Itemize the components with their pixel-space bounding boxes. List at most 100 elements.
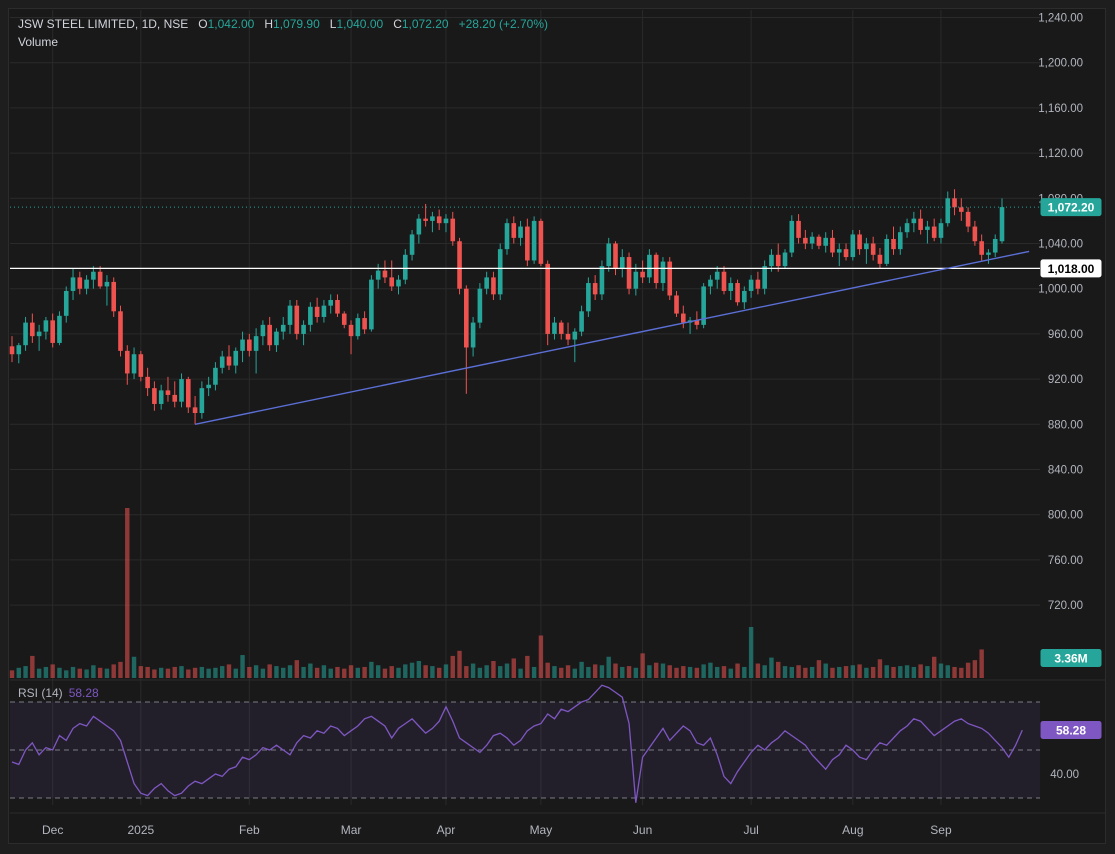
candle-body [179, 379, 184, 402]
candle-body [538, 220, 544, 264]
volume-bar [660, 663, 666, 678]
rsi-pane [10, 684, 1040, 803]
candle-body [640, 271, 645, 278]
volume-bar [938, 663, 944, 678]
rsi-legend[interactable]: RSI (14) 58.28 [18, 686, 99, 700]
volume-bar [64, 670, 69, 678]
volume-bar [796, 665, 801, 678]
candle-body [518, 226, 523, 238]
volume-bar [742, 666, 747, 678]
volume-bar [653, 662, 659, 678]
volume-bar [776, 661, 781, 678]
candle-body [525, 226, 530, 261]
candle-body [152, 388, 157, 404]
candle-body [558, 322, 564, 334]
volume-bar [355, 667, 361, 678]
volume-bar [274, 666, 279, 678]
volume-bar [904, 665, 910, 678]
candle-body [355, 318, 361, 337]
candle-body [341, 313, 347, 325]
volume-bar [145, 666, 150, 678]
candle-body [647, 254, 652, 278]
candle-body [416, 218, 422, 235]
candle-body [952, 198, 957, 208]
candle-body [226, 356, 232, 366]
volume-bar [633, 667, 639, 678]
volume-bar [192, 667, 198, 678]
volume-bar [477, 667, 483, 678]
volume-bar [152, 669, 157, 678]
x-tick-label: Sep [930, 823, 952, 837]
volume-bar [375, 665, 381, 678]
candle-body [897, 232, 903, 250]
candle-body [9, 346, 15, 355]
candle-body [470, 322, 476, 348]
volume-bar [925, 666, 930, 678]
candle-body [531, 220, 537, 261]
volume-bar [525, 655, 530, 678]
candle-body [681, 313, 686, 323]
volume-bar [613, 663, 618, 678]
candle-body [131, 354, 137, 374]
candle-body [423, 218, 428, 221]
volume-bar [362, 666, 367, 678]
candles [9, 189, 1005, 425]
volume-bar [186, 669, 191, 678]
symbol-legend[interactable]: JSW STEEL LIMITED, 1D, NSE O1,042.00 H1,… [18, 17, 548, 31]
candle-body [280, 324, 286, 332]
volume-bar [9, 670, 15, 678]
price-chart[interactable]: 1,240.001,200.001,160.001,120.001,080.00… [0, 0, 1115, 854]
volume-bar [253, 665, 259, 678]
low-value: 1,040.00 [336, 17, 384, 31]
volume-bar [470, 663, 476, 678]
volume-bar [755, 663, 761, 678]
volume-bar [369, 661, 374, 678]
rsi-tag: 58.28 [1056, 724, 1086, 738]
volume-bar [498, 666, 503, 678]
candle-body [918, 218, 923, 230]
candle-body [613, 243, 618, 269]
volume-bar [348, 665, 354, 678]
candle-body [979, 241, 984, 255]
candle-body [308, 306, 313, 325]
candle-body [965, 211, 971, 227]
candle-body [803, 237, 808, 244]
volume-bar [213, 667, 218, 678]
volume-bar [158, 667, 164, 678]
candle-body [301, 324, 306, 334]
candle-body [959, 207, 964, 212]
x-tick-label: Dec [42, 823, 63, 837]
change-value: +28.20 (+2.70%) [458, 17, 548, 31]
volume-bar [308, 663, 313, 678]
close-label: C [393, 17, 402, 31]
candle-body [192, 407, 198, 413]
volume-bar [647, 665, 652, 678]
candle-body [497, 249, 503, 295]
volume-bar [959, 667, 964, 678]
candle-body [84, 279, 89, 289]
symbol-title[interactable]: JSW STEEL LIMITED, 1D, NSE [18, 17, 188, 31]
high-value: 1,079.90 [273, 17, 320, 31]
volume-bar [131, 656, 137, 678]
volume-bar [30, 655, 35, 678]
volume-bar [803, 667, 808, 678]
candle-body [186, 379, 191, 408]
volume-bar [687, 666, 693, 678]
candle-body [586, 283, 591, 312]
candle-body [30, 322, 35, 337]
volume-bar [898, 666, 903, 678]
volume-bar [884, 665, 889, 678]
volume-bar [837, 666, 842, 678]
volume-bar [97, 667, 103, 678]
y-tick-label: 1,160.00 [1038, 103, 1083, 115]
candle-body [552, 322, 557, 334]
volume-bar [552, 666, 557, 678]
volume-bar [23, 666, 28, 678]
candle-body [369, 279, 374, 330]
candle-body [911, 218, 917, 224]
candle-body [619, 257, 625, 269]
volume-bar [260, 668, 266, 678]
candle-body [382, 270, 388, 278]
volume-legend[interactable]: Volume [18, 35, 58, 49]
x-tick-label: Mar [341, 823, 362, 837]
